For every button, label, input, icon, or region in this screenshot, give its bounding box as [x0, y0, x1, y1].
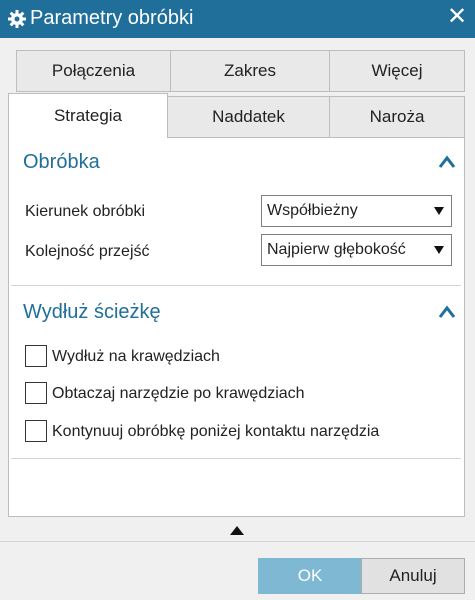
- continue-below-contact-checkbox[interactable]: [25, 420, 47, 442]
- title-bar: Parametry obróbki ✕: [0, 0, 475, 38]
- section-divider: [11, 285, 461, 286]
- tab-polaczenia[interactable]: Połączenia: [16, 50, 171, 92]
- tab-label: Połączenia: [51, 61, 136, 80]
- dropdown-arrow-icon: [434, 207, 444, 215]
- tab-label: Więcej: [371, 61, 423, 80]
- section-title-extend-path: Wydłuż ścieżkę: [23, 301, 161, 323]
- tab-naddatek[interactable]: Naddatek: [167, 96, 330, 138]
- ok-button-label: OK: [297, 566, 323, 585]
- extend-on-edges-checkbox[interactable]: [25, 345, 47, 367]
- tab-strategia[interactable]: Strategia: [8, 93, 168, 138]
- footer-divider: [0, 541, 475, 542]
- tab-label: Naroża: [369, 107, 425, 126]
- tab-wiecej[interactable]: Więcej: [329, 50, 465, 92]
- chevron-up-icon[interactable]: [438, 305, 456, 319]
- close-icon[interactable]: ✕: [445, 5, 469, 29]
- order-select[interactable]: Najpierw głębokość: [261, 234, 452, 266]
- dropdown-arrow-icon: [434, 246, 444, 254]
- checkbox-label: Wydłuż na krawędziach: [52, 348, 220, 365]
- section-title-machining: Obróbka: [23, 151, 100, 173]
- checkbox-label: Obtaczaj narzędzie po krawędziach: [52, 385, 305, 402]
- chevron-up-icon[interactable]: [438, 155, 456, 169]
- tab-naroza[interactable]: Naroża: [329, 96, 465, 138]
- cancel-button-label: Anuluj: [389, 566, 437, 585]
- tab-panel-strategia: Obróbka Kierunek obróbki Współbieżny Kol…: [8, 137, 465, 517]
- ok-button[interactable]: OK: [258, 558, 362, 594]
- gear-icon: [8, 10, 26, 28]
- section-divider: [11, 458, 461, 459]
- order-label: Kolejność przejść: [25, 243, 150, 260]
- roll-around-edges-checkbox[interactable]: [25, 382, 47, 404]
- direction-label: Kierunek obróbki: [25, 203, 146, 220]
- order-value: Najpierw głębokość: [267, 241, 406, 258]
- tab-label: Zakres: [224, 61, 276, 80]
- tab-label: Naddatek: [212, 107, 285, 126]
- expand-up-icon[interactable]: [230, 525, 244, 535]
- direction-value: Współbieżny: [267, 202, 358, 219]
- tab-zakres[interactable]: Zakres: [170, 50, 330, 92]
- tab-label: Strategia: [53, 106, 123, 125]
- checkbox-label: Kontynuuj obróbkę poniżej kontaktu narzę…: [52, 423, 380, 440]
- cancel-button[interactable]: Anuluj: [361, 558, 465, 594]
- direction-select[interactable]: Współbieżny: [261, 195, 452, 227]
- window-title: Parametry obróbki: [30, 7, 194, 29]
